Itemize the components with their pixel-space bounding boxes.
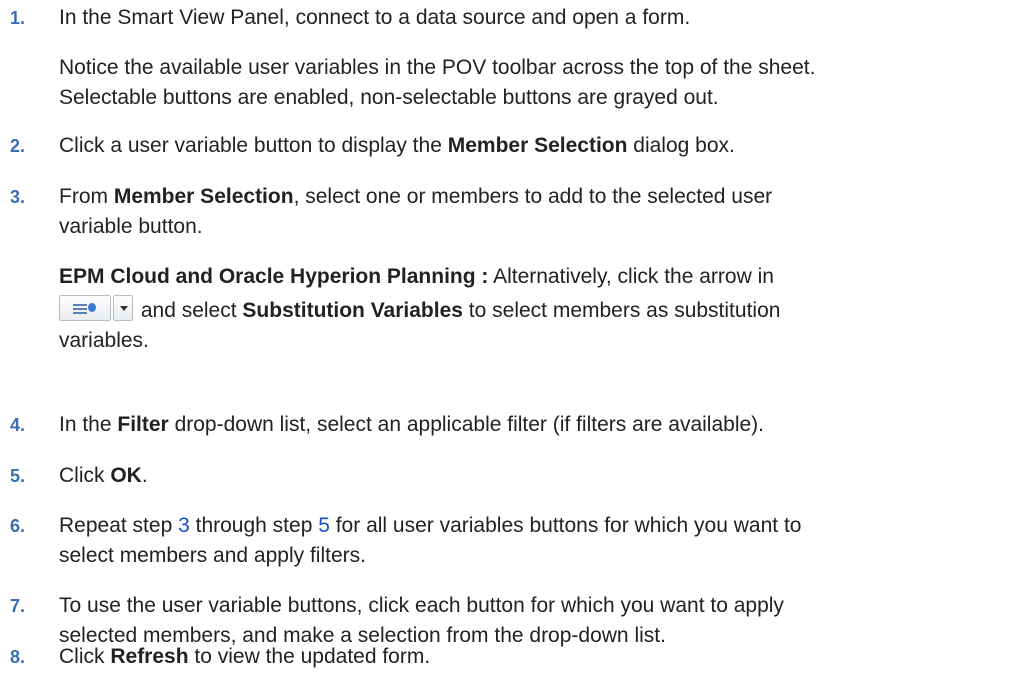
list-lines-icon xyxy=(73,304,87,316)
text-line: variable button. xyxy=(59,215,203,238)
text-run: Repeat step xyxy=(59,514,179,537)
member-badge-icon xyxy=(88,303,96,313)
step-number: 7. xyxy=(10,596,26,616)
step-1-note: Notice the available user variables in t… xyxy=(59,53,1019,113)
step-text: Click Refresh to view the updated form. xyxy=(59,642,1019,672)
note-line: Selectable buttons are enabled, non-sele… xyxy=(59,86,719,109)
step-number: 5. xyxy=(10,466,26,486)
member-list-button[interactable] xyxy=(59,295,111,322)
text-run: to view the updated form. xyxy=(188,645,431,668)
step-number: 4. xyxy=(10,415,26,435)
step-3-note: EPM Cloud and Oracle Hyperion Planning :… xyxy=(59,262,1019,356)
text-run: drop-down list, select an applicable fil… xyxy=(168,413,765,436)
text-run: and select xyxy=(135,299,243,322)
member-list-dropdown-icon[interactable] xyxy=(59,293,135,323)
note-line: and select Substitution Variables to sel… xyxy=(59,293,1019,326)
ui-term-refresh: Refresh xyxy=(110,645,189,668)
ui-term-member-selection: Member Selection xyxy=(447,134,628,157)
text-run: Alternatively, click the arrow in xyxy=(488,265,774,288)
text-line: select members and apply filters. xyxy=(59,544,366,567)
step-5-link[interactable]: 5 xyxy=(318,514,330,537)
text-run: Click xyxy=(59,645,111,668)
text-run: for all user variables buttons for which… xyxy=(329,514,802,537)
step-text: Click a user variable button to display … xyxy=(59,131,1019,161)
text-line: Repeat step 3 through step 5 for all use… xyxy=(59,511,1019,541)
note-line: Notice the available user variables in t… xyxy=(59,56,816,79)
step-text: From Member Selection, select one or mem… xyxy=(59,182,1019,242)
ui-term-ok: OK xyxy=(110,464,142,487)
text-run: dialog box. xyxy=(627,134,735,157)
step-number: 1. xyxy=(10,8,26,28)
step-text: In the Filter drop-down list, select an … xyxy=(59,410,1019,440)
step-text: In the Smart View Panel, connect to a da… xyxy=(59,6,691,29)
text-run: . xyxy=(141,464,148,487)
step-number: 3. xyxy=(10,187,26,207)
text-line: To use the user variable buttons, click … xyxy=(59,594,784,617)
text-run: Click xyxy=(59,464,111,487)
text-run: From xyxy=(59,185,114,208)
step-number: 8. xyxy=(10,647,26,667)
step-text: Click OK. xyxy=(59,461,1019,491)
product-label: EPM Cloud and Oracle Hyperion Planning : xyxy=(59,265,489,288)
text-run: through step xyxy=(189,514,319,537)
text-run: to select members as substitution xyxy=(462,299,781,322)
dropdown-arrow-button[interactable] xyxy=(113,295,133,322)
text-run: In the xyxy=(59,413,118,436)
note-line: EPM Cloud and Oracle Hyperion Planning :… xyxy=(59,262,1019,292)
chevron-down-icon xyxy=(120,306,128,312)
text-run: , select one or members to add to the se… xyxy=(293,185,773,208)
text-line: From Member Selection, select one or mem… xyxy=(59,182,1019,212)
text-run: Click a user variable button to display … xyxy=(59,134,448,157)
step-3-link[interactable]: 3 xyxy=(178,514,190,537)
step-number: 6. xyxy=(10,516,26,536)
ui-term-member-selection: Member Selection xyxy=(113,185,294,208)
procedure-page: 1. In the Smart View Panel, connect to a… xyxy=(0,0,1022,678)
ui-term-filter: Filter xyxy=(117,413,169,436)
ui-term-substitution-variables: Substitution Variables xyxy=(242,299,463,322)
note-line: variables. xyxy=(59,329,149,353)
step-number: 2. xyxy=(10,136,26,156)
step-text: Repeat step 3 through step 5 for all use… xyxy=(59,511,1019,571)
